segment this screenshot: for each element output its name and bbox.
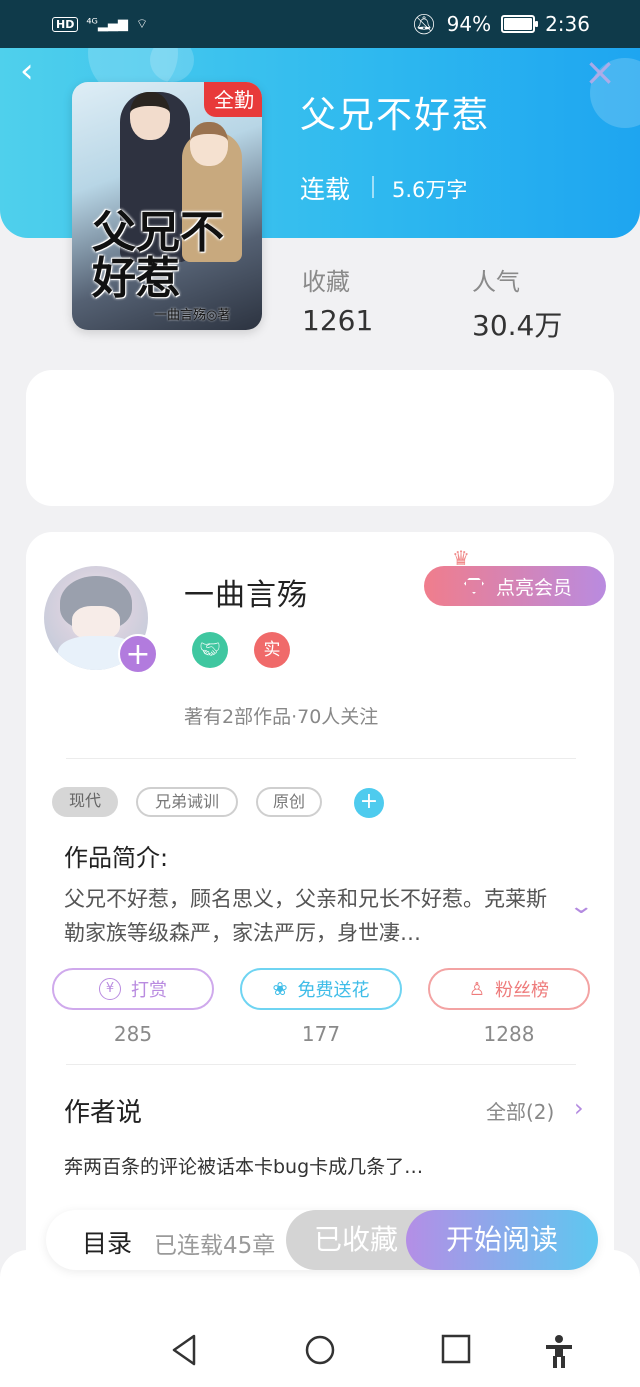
fan-rank-button[interactable]: ♙ 粉丝榜 — [428, 968, 590, 1010]
stat-favorites-label: 收藏 — [302, 268, 350, 296]
tag-original[interactable]: 原创 — [256, 787, 322, 817]
fan-rank-count: 1288 — [483, 1022, 535, 1046]
tip-button[interactable]: ¥ 打赏 — [52, 968, 214, 1010]
intro-text: 父兄不好惹，顾名思义，父亲和兄长不好惹。克莱斯勒家族等级森严，家法严厉，身世凄… — [64, 887, 547, 945]
author-name[interactable]: 一曲言殇 — [184, 570, 308, 614]
user-icon: ♙ — [468, 978, 486, 1000]
book-status: 连载 — [300, 175, 351, 204]
diamond-icon — [463, 578, 484, 594]
stat-favorites-value: 1261 — [302, 304, 374, 337]
status-bar: HD ⁴ᴳ▂▄▆ ⌔ 🔕︎ 94% 2:36 — [0, 0, 640, 48]
book-title: 父兄不好惹 — [300, 95, 491, 136]
signal-icon: ⁴ᴳ▂▄▆ — [86, 16, 128, 32]
author-meta: 著有2部作品·70人关注 — [184, 706, 379, 728]
follow-add-button[interactable]: + — [118, 634, 158, 674]
start-reading-button[interactable]: 开始阅读 — [406, 1210, 598, 1270]
battery-percent: 94% — [446, 12, 492, 36]
tip-count: 285 — [113, 1022, 153, 1046]
back-button[interactable]: ‹ — [20, 54, 54, 90]
send-flower-button[interactable]: ❀ 免费送花 — [240, 968, 402, 1010]
toc-chapter-count[interactable]: 已连载45章 — [154, 1226, 275, 1260]
toc-button[interactable]: 目录 — [82, 1224, 132, 1260]
intro-title: 作品简介: — [64, 844, 169, 872]
stat-popularity-value: 30.4万 — [472, 309, 563, 342]
chevron-down-icon[interactable]: ⌄ — [568, 894, 594, 919]
flower-icon: ❀ — [272, 978, 288, 1000]
accessibility-icon[interactable] — [544, 1334, 574, 1368]
real-name-badge[interactable]: 实 — [254, 632, 290, 668]
divider — [372, 176, 374, 198]
close-icon[interactable]: × — [584, 53, 616, 91]
status-right: 🔕︎ 94% 2:36 — [411, 12, 590, 36]
empty-card — [26, 370, 614, 506]
tag-genre[interactable]: 现代 — [52, 787, 118, 817]
tip-label: 打赏 — [131, 980, 167, 1001]
mute-icon: 🔕︎ — [411, 12, 437, 36]
book-word-count: 5.6万字 — [392, 178, 468, 202]
nav-home-icon[interactable] — [304, 1334, 336, 1366]
vip-button-label: 点亮会员 — [495, 576, 572, 599]
add-tag-button[interactable]: + — [354, 788, 384, 818]
author-says-text[interactable]: 奔两百条的评论被话本卡bug卡成几条了… — [64, 1152, 423, 1179]
wifi-icon: ⌔ — [135, 17, 149, 32]
battery-icon — [501, 15, 539, 33]
cover-tag: 全勤 — [204, 82, 262, 117]
clock: 2:36 — [545, 12, 590, 36]
author-says-all-link[interactable]: 全部(2) — [486, 1096, 554, 1125]
cover-author: 一曲言殇◎著 — [154, 308, 231, 323]
divider — [66, 1064, 576, 1065]
tag-theme[interactable]: 兄弟诫训 — [136, 787, 238, 817]
nav-back-icon[interactable] — [170, 1334, 198, 1366]
stat-popularity-label: 人气 — [472, 268, 520, 296]
divider — [66, 758, 576, 759]
hd-icon: HD — [52, 16, 79, 32]
fan-rank-label: 粉丝榜 — [495, 980, 550, 1001]
book-cover: 全勤 父兄不好惹 一曲言殇◎著 — [72, 82, 262, 330]
send-flower-label: 免费送花 — [297, 980, 370, 1001]
author-says-title: 作者说 — [64, 1098, 143, 1128]
yen-icon: ¥ — [99, 978, 121, 1000]
status-left: HD ⁴ᴳ▂▄▆ ⌔ — [52, 16, 148, 32]
chevron-right-icon[interactable]: › — [574, 1094, 584, 1122]
cover-title: 父兄不好惹 — [92, 207, 224, 304]
nav-recents-icon[interactable] — [441, 1334, 471, 1364]
handshake-badge-icon[interactable]: 🤝︎ — [192, 632, 228, 668]
flower-count: 177 — [301, 1022, 341, 1046]
vip-button[interactable]: 点亮会员 — [424, 566, 606, 606]
